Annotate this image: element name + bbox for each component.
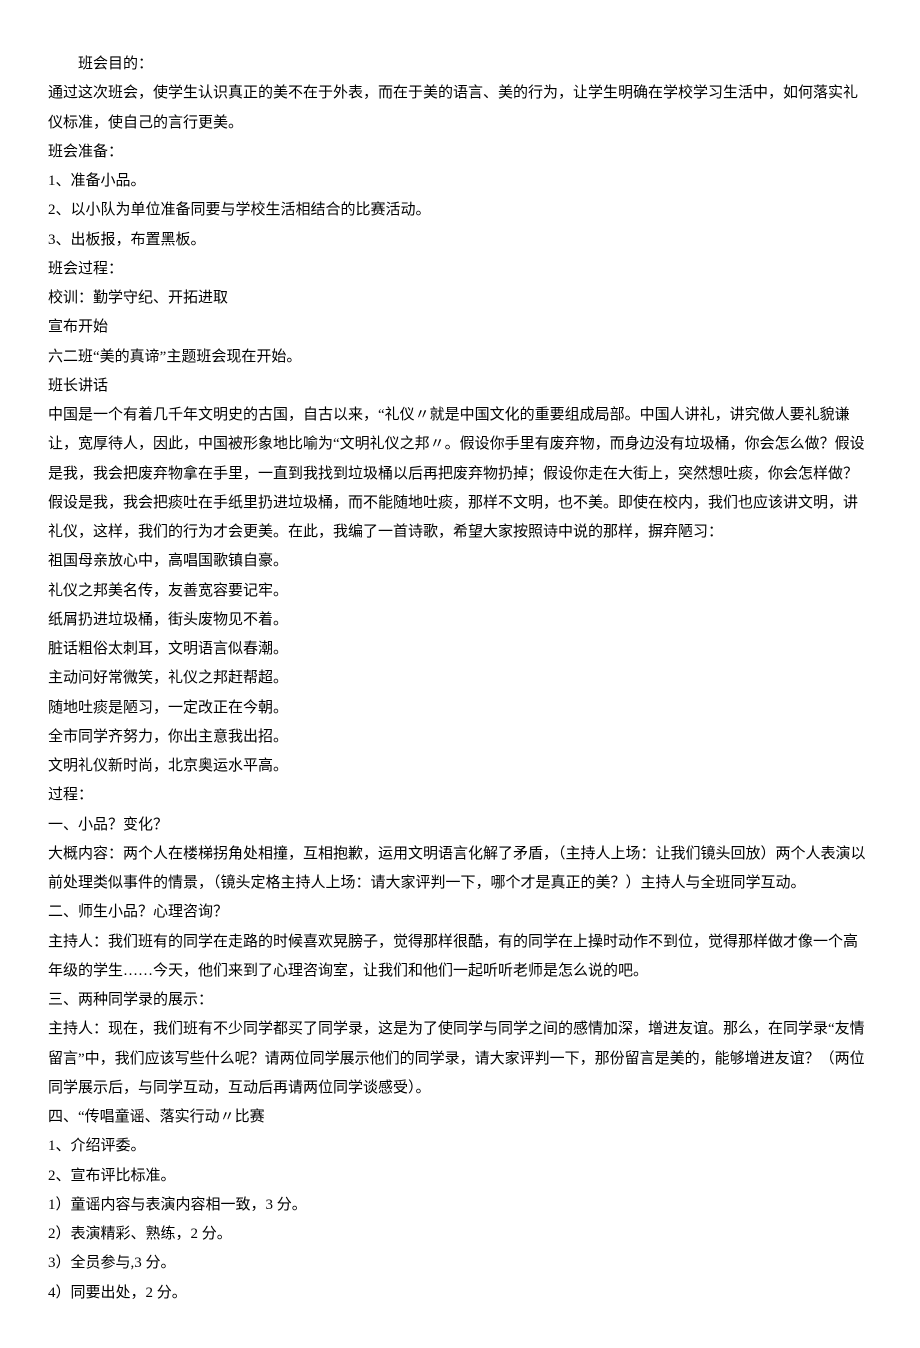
prep-item-1: 1、准备小品。 (48, 167, 872, 196)
criteria-4: 4）同要出处，2 分。 (48, 1279, 872, 1308)
section-3-heading: 三、两种同学录的展示： (48, 986, 872, 1015)
judge-item-2: 2、宣布评比标准。 (48, 1162, 872, 1191)
poem-line-4: 脏话粗俗太刺耳，文明语言似春潮。 (48, 635, 872, 664)
motto-line: 校训：勤学守纪、开拓进取 (48, 284, 872, 313)
poem-line-1: 祖国母亲放心中，高唱国歌镇自豪。 (48, 547, 872, 576)
heading-purpose: 班会目的： (48, 50, 872, 79)
criteria-3: 3）全员参与,3 分。 (48, 1249, 872, 1278)
class-start-line: 六二班“美的真谛”主题班会现在开始。 (48, 343, 872, 372)
poem-line-6: 随地吐痰是陋习，一定改正在今朝。 (48, 694, 872, 723)
judge-item-1: 1、介绍评委。 (48, 1132, 872, 1161)
paragraph-purpose-body: 通过这次班会，使学生认识真正的美不在于外表，而在于美的语言、美的行为，让学生明确… (48, 79, 872, 138)
monitor-speech-heading: 班长讲话 (48, 372, 872, 401)
criteria-1: 1）童谣内容与表演内容相一致，3 分。 (48, 1191, 872, 1220)
poem-line-5: 主动问好常微笑，礼仪之邦赶帮超。 (48, 664, 872, 693)
section-4-heading: 四、“传唱童谣、落实行动〃比赛 (48, 1103, 872, 1132)
criteria-2: 2）表演精彩、熟练，2 分。 (48, 1220, 872, 1249)
poem-line-8: 文明礼仪新时尚，北京奥运水平高。 (48, 752, 872, 781)
section-3-body: 主持人：现在，我们班有不少同学都买了同学录，这是为了使同学与同学之间的感情加深，… (48, 1015, 872, 1103)
section-2-body: 主持人：我们班有的同学在走路的时候喜欢晃膀子，觉得那样很酷，有的同学在上操时动作… (48, 928, 872, 987)
heading-preparation: 班会准备： (48, 138, 872, 167)
section-1-body: 大概内容：两个人在楼梯拐角处相撞，互相抱歉，运用文明语言化解了矛盾，（主持人上场… (48, 840, 872, 899)
poem-line-7: 全市同学齐努力，你出主意我出招。 (48, 723, 872, 752)
prep-item-3: 3、出板报，布置黑板。 (48, 226, 872, 255)
poem-line-3: 纸屑扔进垃圾桶，街头废物见不着。 (48, 606, 872, 635)
heading-guocheng: 过程： (48, 781, 872, 810)
poem-line-2: 礼仪之邦美名传，友善宽容要记牢。 (48, 577, 872, 606)
section-1-heading: 一、小品？变化？ (48, 811, 872, 840)
prep-item-2: 2、以小队为单位准备同要与学校生活相结合的比赛活动。 (48, 196, 872, 225)
monitor-speech-body: 中国是一个有着几千年文明史的古国，自古以来，“礼仪〃就是中国文化的重要组成局部。… (48, 401, 872, 547)
section-2-heading: 二、师生小品？心理咨询？ (48, 898, 872, 927)
heading-process: 班会过程： (48, 255, 872, 284)
announce-start: 宣布开始 (48, 313, 872, 342)
